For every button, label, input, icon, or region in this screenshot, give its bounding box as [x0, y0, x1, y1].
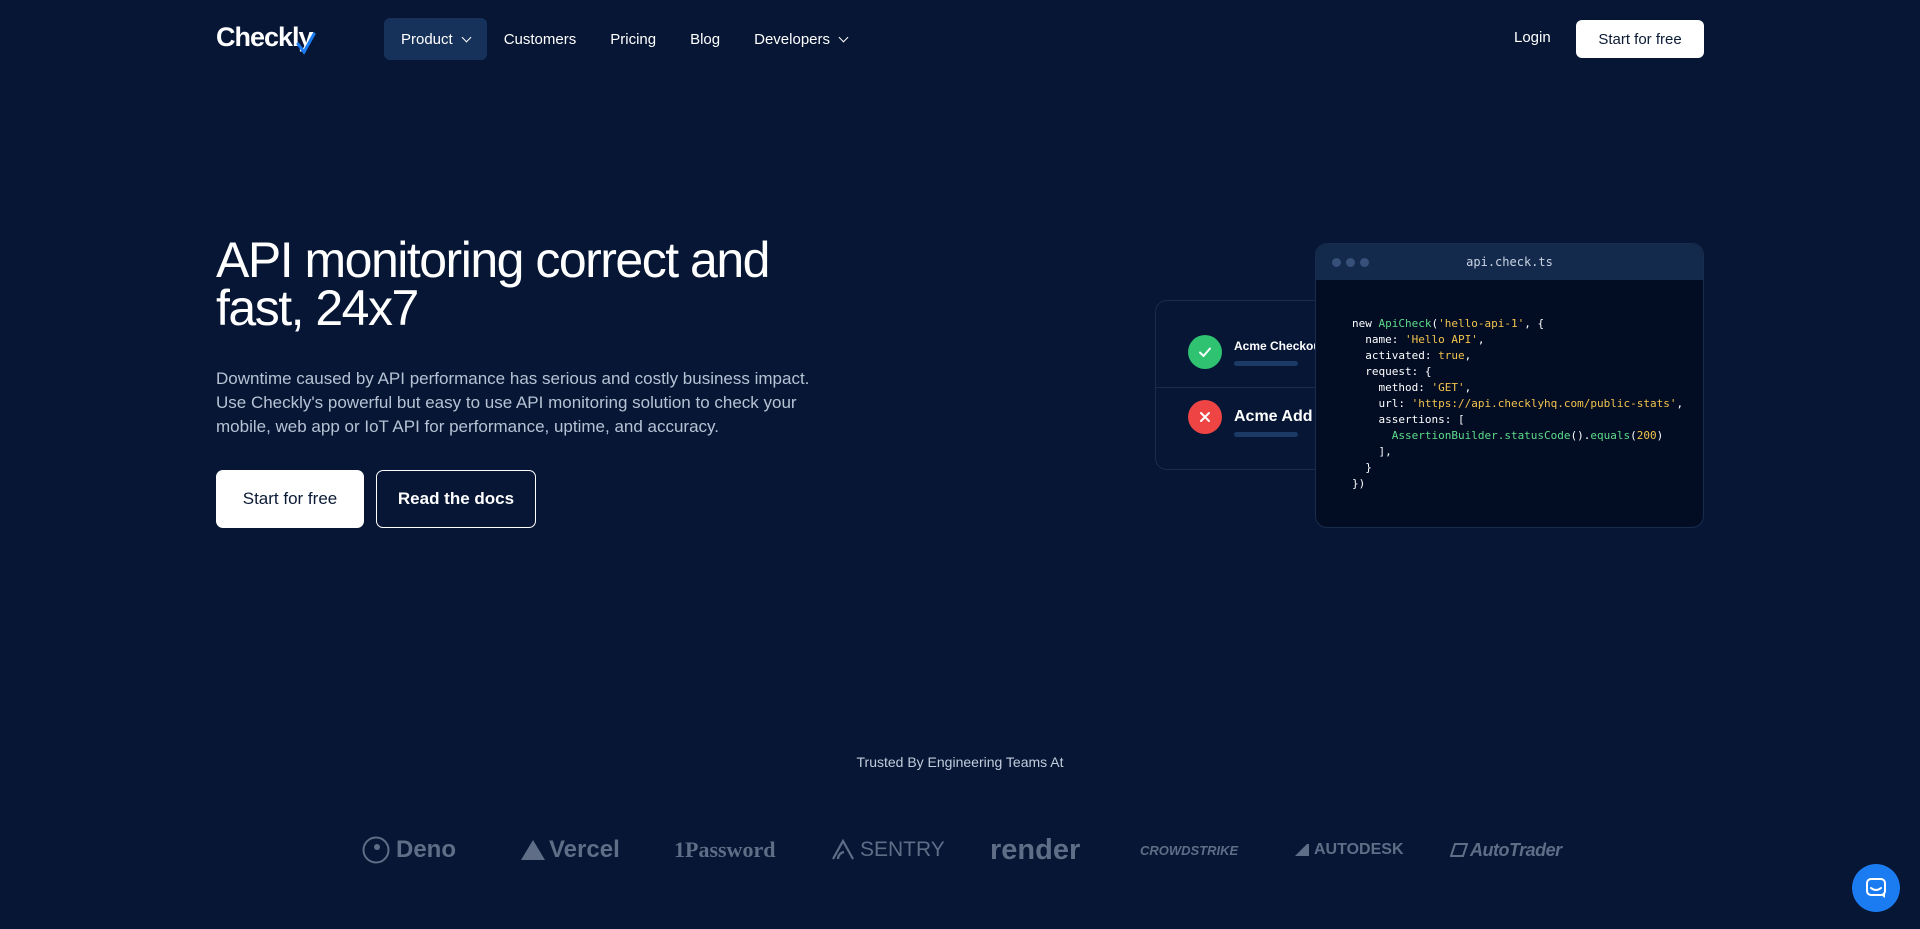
- code-window-titlebar: api.check.ts: [1316, 244, 1703, 280]
- chevron-down-icon: [838, 32, 849, 42]
- check-progress-bar: [1234, 432, 1298, 437]
- vercel-logo: Vercel: [520, 834, 620, 866]
- sentry-logo: SENTRY: [830, 834, 945, 866]
- code-window: api.check.ts new ApiCheck('hello-api-1',…: [1315, 243, 1704, 528]
- deno-logo: Deno: [362, 834, 456, 866]
- 1password-logo: 1Password: [674, 837, 776, 862]
- autotrader-logo: AutoTrader: [1450, 834, 1562, 866]
- check-progress-bar: [1234, 361, 1298, 366]
- nav-customers[interactable]: Customers: [487, 18, 594, 60]
- nav-pricing[interactable]: Pricing: [593, 18, 673, 60]
- read-the-docs-button[interactable]: Read the docs: [376, 470, 536, 528]
- chat-icon: [1866, 878, 1886, 898]
- check-row: Acme Add to cart: [1156, 387, 1334, 457]
- code-snippet: new ApiCheck('hello-api-1', { name: 'Hel…: [1352, 317, 1684, 490]
- check-row: Acme Checkout: [1156, 323, 1334, 393]
- chat-button[interactable]: [1852, 864, 1900, 912]
- customer-logos: Deno Vercel 1Password SENTRY render CROW…: [362, 833, 1562, 866]
- nav-product[interactable]: Product: [384, 18, 487, 60]
- start-for-free-nav-button[interactable]: Start for free: [1576, 20, 1704, 58]
- start-for-free-button[interactable]: Start for free: [216, 470, 364, 528]
- crowdstrike-logo: CROWDSTRIKE: [1140, 842, 1239, 858]
- logo-check-mark-icon: [296, 32, 316, 55]
- check-name: Acme Checkout: [1234, 339, 1325, 353]
- x-icon: [1188, 400, 1222, 434]
- nav-developers[interactable]: Developers: [737, 18, 864, 60]
- code-filename: api.check.ts: [1466, 255, 1553, 269]
- hero-description: Downtime caused by API performance has s…: [216, 369, 810, 436]
- main-nav: Product Customers Pricing Blog Developer…: [384, 18, 864, 60]
- check-icon: [1188, 335, 1222, 369]
- check-status-card: Acme Checkout Acme Add to cart: [1155, 300, 1335, 470]
- render-logo: render: [990, 833, 1081, 866]
- hero-title: API monitoring correct and fast, 24x7: [216, 232, 770, 336]
- trusted-by-heading: Trusted By Engineering Teams At: [856, 754, 1064, 770]
- chevron-down-icon: [461, 32, 472, 42]
- nav-blog[interactable]: Blog: [673, 18, 737, 60]
- autodesk-logo: AUTODESK: [1294, 834, 1404, 866]
- login-link[interactable]: Login: [1514, 29, 1551, 46]
